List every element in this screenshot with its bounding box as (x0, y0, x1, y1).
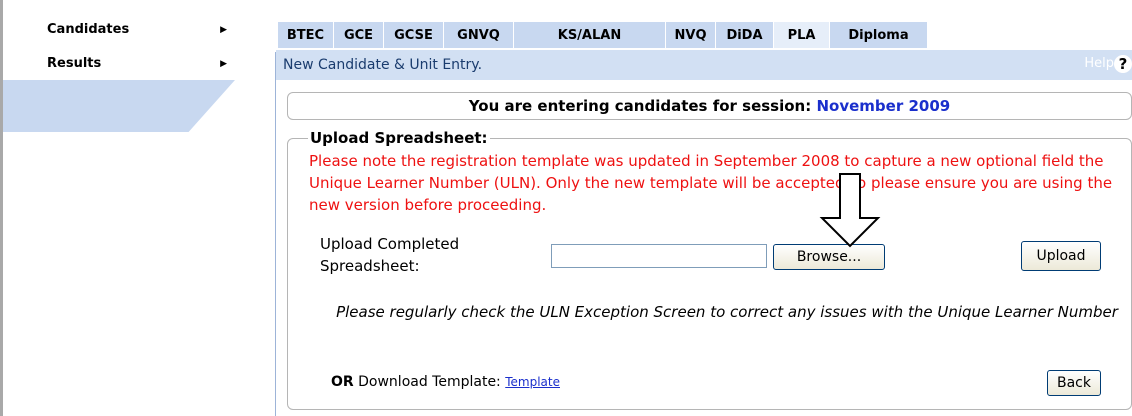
tab-gce[interactable]: GCE (334, 22, 384, 48)
tab-pla[interactable]: PLA (774, 22, 830, 48)
template-notice: Please note the registration template wa… (309, 152, 1113, 214)
back-button[interactable]: Back (1047, 370, 1101, 396)
down-arrow-annotation-icon (819, 173, 881, 248)
file-path-input[interactable] (551, 244, 767, 268)
sidebar: Candidates ▶ Results ▶ (3, 0, 235, 416)
template-link[interactable]: Template (505, 375, 560, 389)
upload-field-label: Upload Completed Spreadsheet: (320, 235, 460, 275)
session-prefix: You are entering candidates for session: (468, 97, 812, 115)
tab-dida[interactable]: DiDA (716, 22, 774, 48)
session-value: November 2009 (816, 97, 951, 115)
page-title: New Candidate & Unit Entry. (283, 57, 483, 73)
tab-ks-alan[interactable]: KS/ALAN (514, 22, 666, 48)
uln-exception-note: Please regularly check the ULN Exception… (336, 303, 1118, 321)
upload-legend: Upload Spreadsheet: (308, 129, 490, 147)
sidebar-item-candidates[interactable]: Candidates ▶ (47, 22, 231, 42)
tab-btec[interactable]: BTEC (278, 22, 334, 48)
page-title-bar: New Candidate & Unit Entry. Help ? (276, 50, 1132, 80)
sidebar-decorative-band (3, 80, 235, 132)
sidebar-item-label: Results (47, 56, 102, 71)
chevron-right-icon: ▶ (220, 59, 227, 69)
main-content: BTEC GCE GCSE GNVQ KS/ALAN NVQ DiDA PLA … (275, 0, 1132, 416)
sidebar-item-results[interactable]: Results ▶ (47, 56, 231, 76)
help-icon[interactable]: ? (1114, 55, 1132, 73)
chevron-right-icon: ▶ (220, 25, 227, 35)
tab-gcse[interactable]: GCSE (384, 22, 444, 48)
help-link[interactable]: Help (1084, 56, 1114, 71)
sidebar-menu: Candidates ▶ Results ▶ (3, 0, 235, 80)
tab-gnvq[interactable]: GNVQ (444, 22, 514, 48)
upload-button[interactable]: Upload (1021, 241, 1101, 271)
download-text: Download Template: (353, 374, 506, 390)
tab-diploma[interactable]: Diploma (830, 22, 928, 48)
qualification-tabs: BTEC GCE GCSE GNVQ KS/ALAN NVQ DiDA PLA … (278, 22, 928, 48)
download-template-row: OR Download Template: Template (331, 374, 560, 390)
session-banner: You are entering candidates for session:… (287, 92, 1132, 120)
tab-nvq[interactable]: NVQ (666, 22, 716, 48)
sidebar-item-label: Candidates (47, 22, 130, 37)
download-or-label: OR (331, 374, 354, 390)
